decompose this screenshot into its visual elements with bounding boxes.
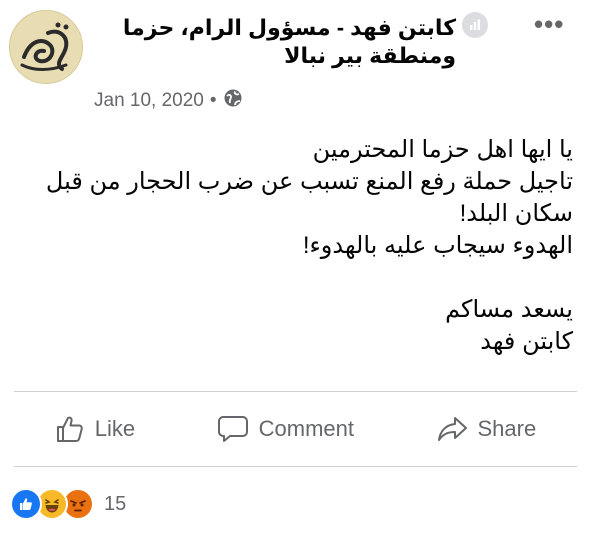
reaction-count: 15: [104, 492, 127, 515]
globe-icon: [223, 88, 243, 114]
post-date[interactable]: Jan 10, 2020: [94, 90, 204, 112]
like-label: Like: [94, 416, 136, 441]
divider: [14, 466, 577, 467]
post-line: يا ايها اهل حزما المحترمين: [312, 136, 573, 163]
share-button[interactable]: Share: [436, 414, 537, 444]
action-bar: Like Comment Share: [14, 392, 577, 466]
reactions-summary[interactable]: 15: [10, 488, 126, 520]
post-meta: Jan 10, 2020 •: [94, 88, 243, 114]
comment-label: Comment: [258, 416, 354, 441]
signature-line: كابتن فهد: [480, 328, 573, 355]
insights-icon[interactable]: [462, 12, 488, 38]
post-body: يا ايها اهل حزما المحترمين تاجيل حملة رف…: [33, 134, 573, 358]
calligraphy-logo: [20, 22, 69, 71]
more-options-icon[interactable]: •••: [534, 11, 564, 37]
like-button[interactable]: Like: [55, 414, 135, 444]
meta-separator: •: [209, 90, 217, 111]
share-label: Share: [477, 416, 537, 441]
avatar[interactable]: [9, 10, 83, 84]
thumbs-up-icon: [56, 416, 83, 442]
share-icon: [437, 417, 467, 441]
signature-line: يسعد مساكم: [445, 296, 573, 323]
author-name[interactable]: كابتن فهد - مسؤول الرام، حزما ومنطقة بير…: [96, 14, 456, 70]
like-icon: [10, 488, 42, 520]
comment-icon: [217, 416, 248, 442]
post-line: الهدوء سيجاب عليه بالهدوء!: [302, 232, 573, 259]
comment-button[interactable]: Comment: [217, 414, 354, 444]
post-line: تاجيل حملة رفع المنع تسبب عن ضرب الحجار …: [45, 168, 573, 227]
